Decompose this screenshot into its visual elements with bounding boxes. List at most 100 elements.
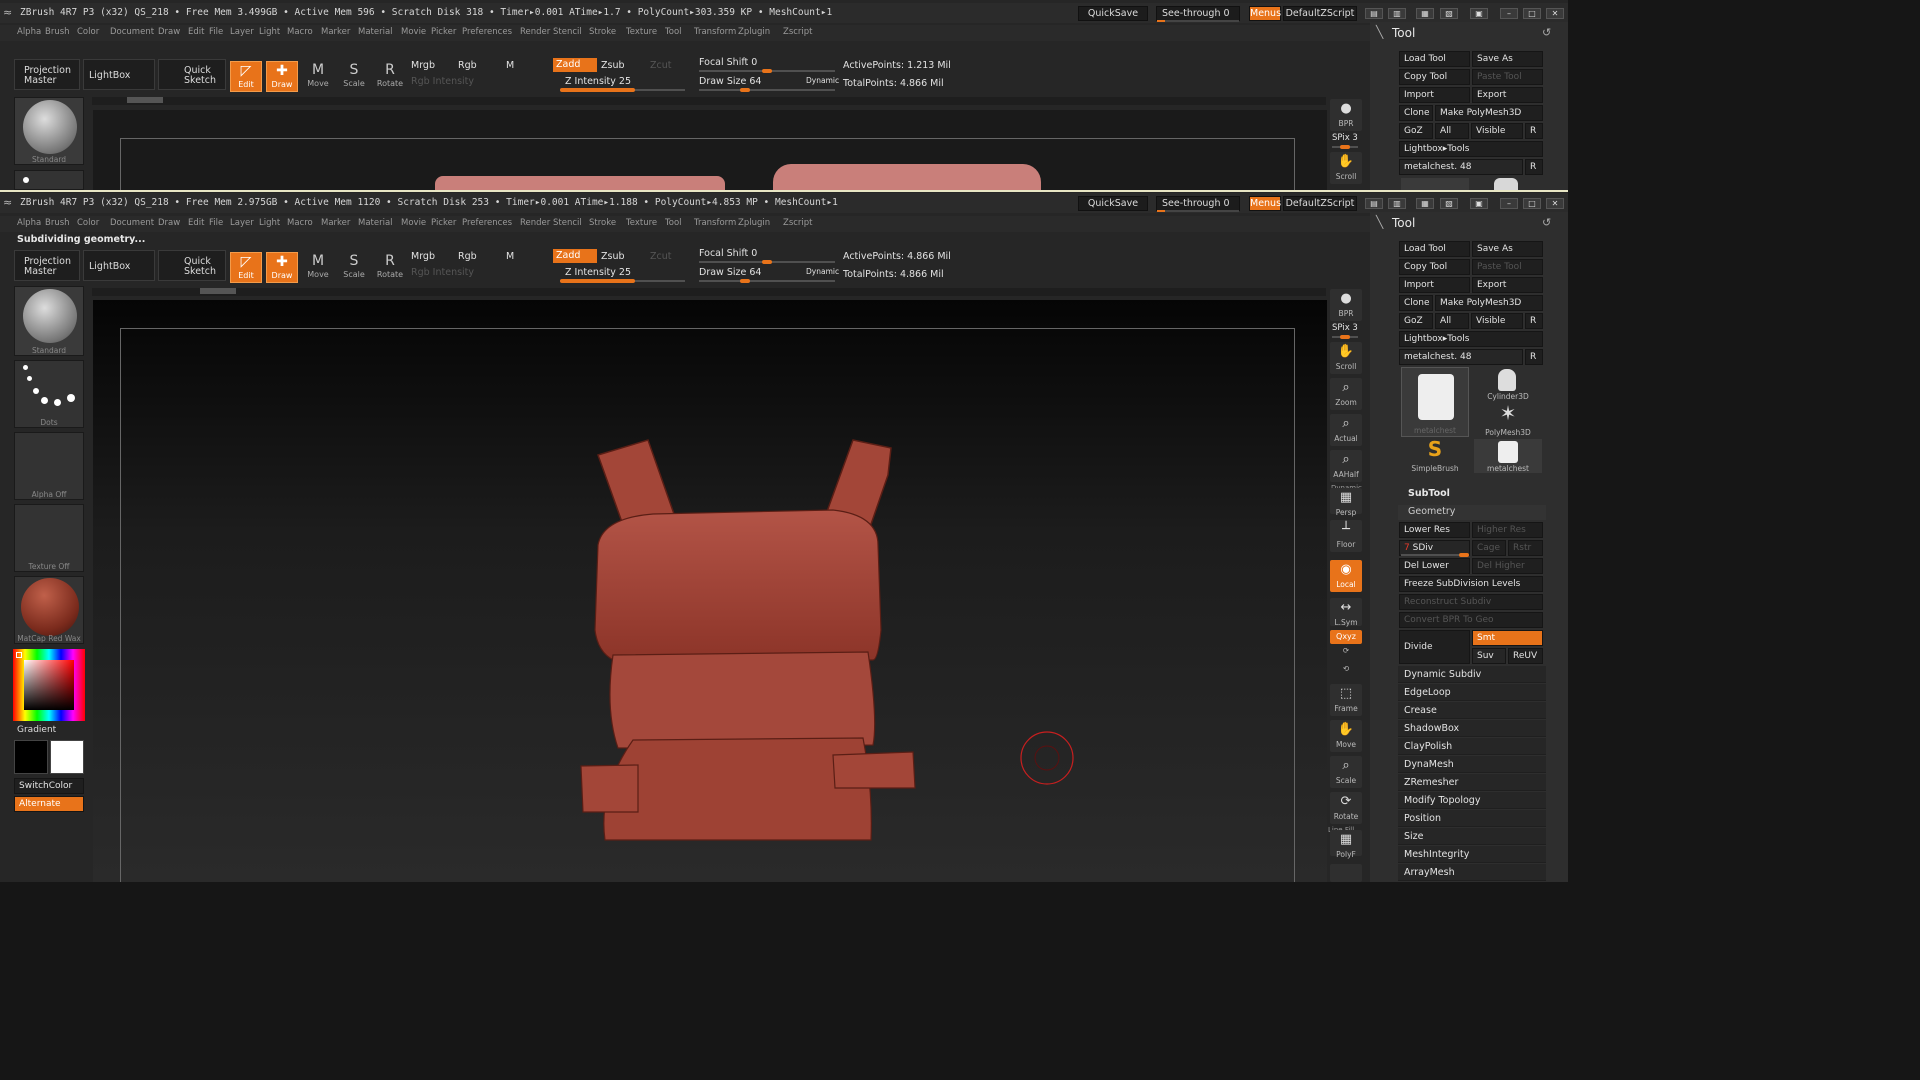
menu-tool[interactable]: Tool <box>665 218 682 228</box>
clone-button[interactable]: Clone <box>1399 295 1433 311</box>
texture-thumbnail[interactable]: Texture Off <box>14 504 84 572</box>
bpr-button[interactable]: ● BPR <box>1330 289 1362 321</box>
menu-edit[interactable]: Edit <box>188 218 204 228</box>
ui-icon[interactable]: ▧ <box>1440 198 1458 209</box>
ui-icon[interactable]: ▦ <box>1416 198 1434 209</box>
rgb-button[interactable]: Rgb <box>458 60 477 71</box>
minimize-icon[interactable]: – <box>1500 198 1518 209</box>
menu-zscript[interactable]: Zscript <box>783 27 813 37</box>
see-through-slider[interactable]: See-through 0 <box>1156 196 1240 211</box>
floor-button[interactable]: ┴ Floor <box>1330 520 1362 552</box>
freeze-subdivision-button[interactable]: Freeze SubDivision Levels <box>1399 576 1543 592</box>
switch-color-button[interactable]: SwitchColor <box>14 778 84 794</box>
copy-tool-button[interactable]: Copy Tool <box>1399 259 1470 275</box>
close-icon[interactable]: ✕ <box>1546 8 1564 19</box>
zsub-button[interactable]: Zsub <box>601 60 625 71</box>
menu-tool[interactable]: Tool <box>665 27 682 37</box>
shelf-scrollbar-bottom[interactable] <box>92 288 1326 296</box>
color-picker[interactable] <box>13 649 85 721</box>
current-tool-slider[interactable]: metalchest. 48 <box>1399 349 1523 365</box>
quick-sketch-button[interactable]: Quick Sketch <box>158 59 226 90</box>
section-modify-topology[interactable]: Modify Topology <box>1398 792 1546 809</box>
section-size[interactable]: Size <box>1398 828 1546 845</box>
menu-alpha[interactable]: Alpha <box>17 218 41 228</box>
zsub-button[interactable]: Zsub <box>601 251 625 262</box>
rstr-button[interactable]: Rstr <box>1508 540 1543 556</box>
zadd-button[interactable]: Zadd <box>553 249 597 263</box>
default-zscript-button[interactable]: DefaultZScript <box>1283 196 1357 211</box>
import-button[interactable]: Import <box>1399 277 1470 293</box>
projection-master-button[interactable]: Projection Master <box>14 250 80 281</box>
scale-view-button[interactable]: ⌕ Scale <box>1330 756 1362 788</box>
see-through-slider[interactable]: See-through 0 <box>1156 6 1240 21</box>
goz-visible-button[interactable]: Visible <box>1471 123 1523 139</box>
section-meshintegrity[interactable]: MeshIntegrity <box>1398 846 1546 863</box>
quicksave-button[interactable]: QuickSave <box>1078 196 1148 211</box>
mrgb-button[interactable]: Mrgb <box>411 60 435 71</box>
layout-icon[interactable]: ▤ <box>1365 8 1383 19</box>
quick-sketch-button[interactable]: Quick Sketch <box>158 250 226 281</box>
load-tool-button[interactable]: Load Tool <box>1399 51 1470 67</box>
stroke-thumbnail[interactable]: Dots <box>14 360 84 428</box>
edit-mode-button[interactable]: ◸ Edit <box>230 61 262 92</box>
xyz-button[interactable]: Qxyz <box>1330 630 1362 644</box>
tool-thumb-simplebrush[interactable]: S SimpleBrush <box>1401 437 1469 473</box>
zoom-button[interactable]: ⌕ Zoom <box>1330 378 1362 410</box>
export-button[interactable]: Export <box>1472 87 1543 103</box>
menu-material[interactable]: Material <box>358 27 393 37</box>
dynamic-toggle[interactable]: Dynamic <box>806 267 839 276</box>
maximize-icon[interactable]: □ <box>1523 198 1541 209</box>
section-dynamic-subdiv[interactable]: Dynamic Subdiv <box>1398 666 1546 683</box>
menu-preferences[interactable]: Preferences <box>462 27 512 37</box>
edit-mode-button[interactable]: ◸ Edit <box>230 252 262 283</box>
quicksave-button[interactable]: QuickSave <box>1078 6 1148 21</box>
zadd-button[interactable]: Zadd <box>553 58 597 72</box>
menu-material[interactable]: Material <box>358 218 393 228</box>
spix-slider[interactable]: SPix 3 <box>1332 323 1358 333</box>
section-dynamesh[interactable]: DynaMesh <box>1398 756 1546 773</box>
lightbox-button[interactable]: LightBox <box>83 59 155 90</box>
menu-movie[interactable]: Movie <box>401 218 426 228</box>
primary-color-swatch[interactable] <box>14 740 48 774</box>
del-higher-button[interactable]: Del Higher <box>1472 558 1543 574</box>
menu-layer[interactable]: Layer <box>230 27 254 37</box>
rgb-button[interactable]: Rgb <box>458 251 477 262</box>
section-edgeloop[interactable]: EdgeLoop <box>1398 684 1546 701</box>
reset-icon[interactable]: ↺ <box>1542 216 1551 229</box>
draw-mode-button[interactable]: ✚ Draw <box>266 61 298 92</box>
menu-stroke[interactable]: Stroke <box>589 218 616 228</box>
menu-picker[interactable]: Picker <box>431 218 456 228</box>
menu-document[interactable]: Document <box>110 218 154 228</box>
stroke-thumbnail-top[interactable] <box>14 170 84 190</box>
section-shadowbox[interactable]: ShadowBox <box>1398 720 1546 737</box>
scroll-button[interactable]: ✋ Scroll <box>1330 342 1362 374</box>
aahalf-button[interactable]: ⌕ AAHalf <box>1330 450 1362 482</box>
move-mode-button[interactable]: M Move <box>302 61 334 92</box>
copy-tool-button[interactable]: Copy Tool <box>1399 69 1470 85</box>
draw-size-slider[interactable]: Draw Size 64 <box>699 76 761 87</box>
scale-mode-button[interactable]: S Scale <box>338 252 370 283</box>
menus-button[interactable]: Menus <box>1249 196 1281 211</box>
menu-edit[interactable]: Edit <box>188 27 204 37</box>
layout-icon[interactable]: ▤ <box>1365 198 1383 209</box>
local-button[interactable]: ◉ Local <box>1330 560 1362 592</box>
brush-thumbnail[interactable]: Standard <box>14 286 84 356</box>
lower-res-button[interactable]: Lower Res <box>1399 522 1470 538</box>
menu-draw[interactable]: Draw <box>158 27 180 37</box>
rotate-mode-button[interactable]: R Rotate <box>374 252 406 283</box>
rotate-z-icon[interactable]: ⟲ <box>1330 664 1362 680</box>
frame-button[interactable]: ⬚ Frame <box>1330 684 1362 716</box>
menu-zplugin[interactable]: Zplugin <box>738 27 770 37</box>
draw-mode-button[interactable]: ✚ Draw <box>266 252 298 283</box>
goz-r-button[interactable]: R <box>1525 313 1543 329</box>
menu-render[interactable]: Render <box>520 27 550 37</box>
lsym-button[interactable]: ↔ L.Sym <box>1330 598 1362 627</box>
actual-button[interactable]: ⌕ Actual <box>1330 414 1362 446</box>
m-button[interactable]: M <box>506 251 514 262</box>
export-button[interactable]: Export <box>1472 277 1543 293</box>
convert-bpr-button[interactable]: Convert BPR To Geo <box>1399 612 1543 628</box>
alpha-thumbnail[interactable]: Alpha Off <box>14 432 84 500</box>
dynamic-toggle[interactable]: Dynamic <box>806 76 839 85</box>
focal-shift-slider[interactable]: Focal Shift 0 <box>699 57 757 68</box>
menu-file[interactable]: File <box>209 218 223 228</box>
